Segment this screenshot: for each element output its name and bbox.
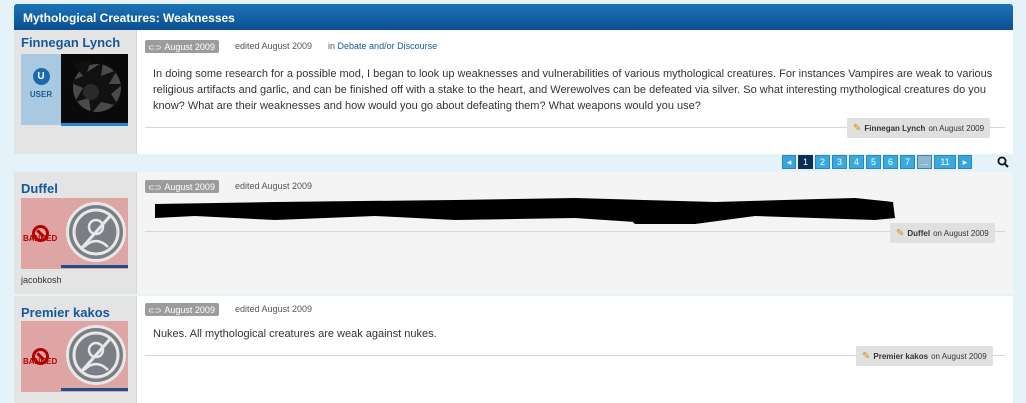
post-body: ⊂⊃ August 2009 edited August 2009 ✎ Duff… [145,172,1013,294]
permalink-badge[interactable]: ⊂⊃ August 2009 [145,40,219,53]
signature-author: Finnegan Lynch [864,123,926,133]
edited-note: edited August 2009 [235,181,313,191]
role-label: BANNED [23,234,58,243]
avatar[interactable]: BANNED [21,321,128,392]
thread-title: Mythological Creatures: Weaknesses [23,11,235,25]
post-body: ⊂⊃ August 2009 edited August 2009 in Deb… [145,30,1013,154]
author-panel: Finnegan Lynch U USER [14,30,137,154]
signature-date: on August 2009 [931,351,987,361]
link-icon: ⊂⊃ [148,182,162,192]
page-2-button[interactable]: 2 [815,155,830,169]
post-divider [145,231,1005,232]
signature-author: Premier kakos [873,351,929,361]
post-body: ⊂⊃ August 2009 edited August 2009 Nukes.… [145,296,1013,403]
pagination: ◂ 1 2 3 4 5 6 7 ... 11 ▸ [782,155,972,169]
pencil-icon: ✎ [896,227,905,239]
post-message: Nukes. All mythological creatures are we… [153,328,437,340]
page-7-button[interactable]: 7 [900,155,915,169]
pencil-icon: ✎ [862,350,871,362]
signature-date: on August 2009 [933,228,989,238]
avatar[interactable]: U USER [21,54,128,126]
link-icon: ⊂⊃ [148,305,162,315]
edited-note: edited August 2009 [235,304,313,314]
default-avatar-icon [66,325,126,385]
post-message: In doing some research for a possible mo… [153,68,993,112]
post-3: Premier kakos BANNED ⊂⊃ August 2009 edit… [14,296,1013,403]
category-line: in Debate and/or Discourse [328,41,437,51]
permalink-badge[interactable]: ⊂⊃ August 2009 [145,180,219,193]
avatar-underline [61,123,128,126]
role-label: USER [29,90,53,99]
prev-page-button[interactable]: ◂ [782,155,796,169]
author-name[interactable]: Duffel [21,181,58,196]
post-1: Finnegan Lynch U USER ⊂⊃ August 2009 edi… [14,30,1013,154]
post-date: August 2009 [164,182,215,192]
avatar-underline [61,388,128,391]
search-icon[interactable] [997,156,1009,168]
post-date: August 2009 [164,305,215,315]
signature-badge[interactable]: ✎ Duffel on August 2009 [890,223,995,243]
page-6-button[interactable]: 6 [883,155,898,169]
pencil-icon: ✎ [853,122,862,134]
author-panel: Duffel BANNED jacobkosh [14,172,137,294]
permalink-badge[interactable]: ⊂⊃ August 2009 [145,303,219,316]
page-5-button[interactable]: 5 [866,155,881,169]
thread-header: Mythological Creatures: Weaknesses [14,4,1013,30]
signature-author: Duffel [907,228,931,238]
avatar-underline [61,265,128,268]
role-badge: U USER [21,54,61,125]
user-role-icon: U [32,68,50,85]
avatar[interactable]: BANNED [21,198,128,269]
page-3-button[interactable]: 3 [832,155,847,169]
user-avatar-image [61,54,128,125]
page-4-button[interactable]: 4 [849,155,864,169]
author-panel: Premier kakos BANNED [14,296,137,403]
category-prefix: in [328,41,336,51]
next-page-button[interactable]: ▸ [958,155,972,169]
page-ellipsis-button[interactable]: ... [917,155,932,169]
signature-badge[interactable]: ✎ Premier kakos on August 2009 [856,346,993,366]
redacted-message [155,198,895,224]
role-label: BANNED [23,357,58,366]
category-link[interactable]: Debate and/or Discourse [338,41,438,51]
default-avatar-icon [66,202,126,262]
author-alias: jacobkosh [21,275,62,285]
link-icon: ⊂⊃ [148,42,162,52]
author-name[interactable]: Finnegan Lynch [21,35,120,50]
post-date: August 2009 [164,42,215,52]
page-11-button[interactable]: 11 [934,155,956,169]
signature-date: on August 2009 [928,123,985,133]
page-1-button[interactable]: 1 [798,155,813,169]
signature-badge[interactable]: ✎ Finnegan Lynch on August 2009 [847,118,991,138]
edited-note: edited August 2009 [235,41,313,51]
author-name[interactable]: Premier kakos [21,305,110,320]
post-2: Duffel BANNED jacobkosh ⊂⊃ August 2009 e… [14,172,1013,294]
